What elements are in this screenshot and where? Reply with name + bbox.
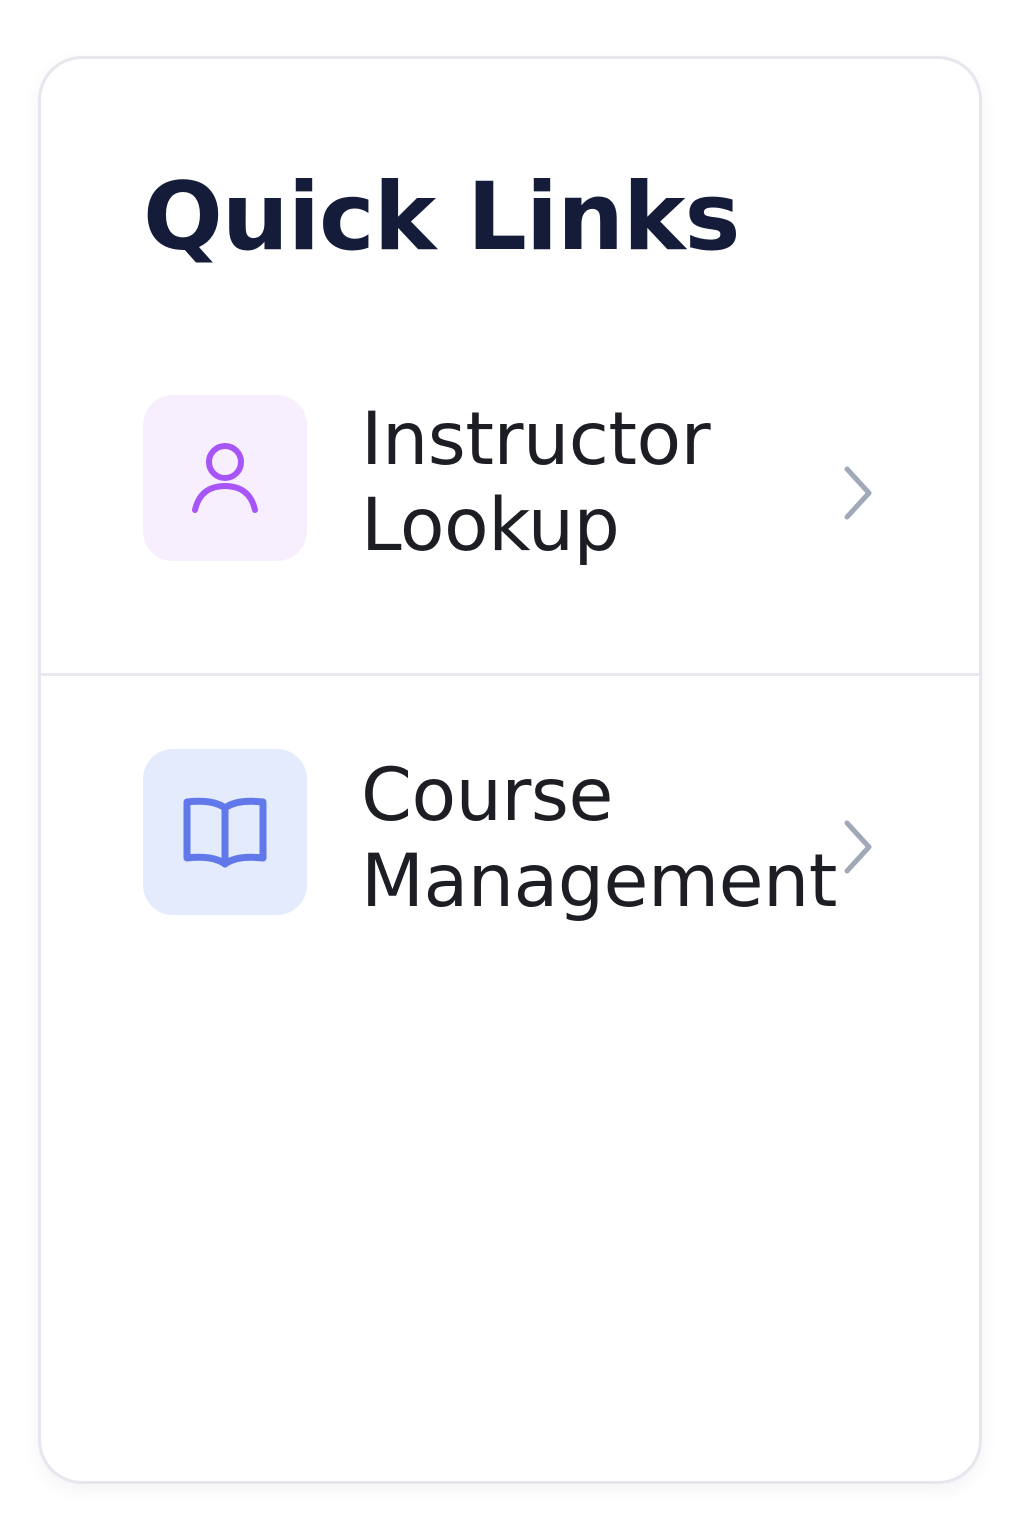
book-open-icon bbox=[183, 797, 267, 868]
chevron-right-icon bbox=[844, 466, 872, 520]
card-title: Quick Links bbox=[143, 163, 741, 272]
course-management-label: Course Management bbox=[361, 753, 841, 925]
link-label-line1: Instructor bbox=[361, 397, 711, 482]
chevron-right-icon bbox=[844, 820, 872, 874]
link-course-management[interactable]: Course Management bbox=[41, 743, 979, 1003]
divider bbox=[41, 673, 979, 676]
link-instructor-lookup[interactable]: Instructor Lookup bbox=[41, 389, 979, 649]
link-label-line2: Lookup bbox=[361, 483, 620, 568]
instructor-lookup-label: Instructor Lookup bbox=[361, 397, 841, 569]
link-label-line2: Management bbox=[361, 839, 837, 924]
quick-links-card: Quick Links Instructor Lookup Course Man… bbox=[38, 56, 982, 1484]
user-icon bbox=[192, 443, 258, 513]
course-icon-tile bbox=[143, 749, 307, 915]
link-label-line1: Course bbox=[361, 753, 613, 838]
instructor-icon-tile bbox=[143, 395, 307, 561]
